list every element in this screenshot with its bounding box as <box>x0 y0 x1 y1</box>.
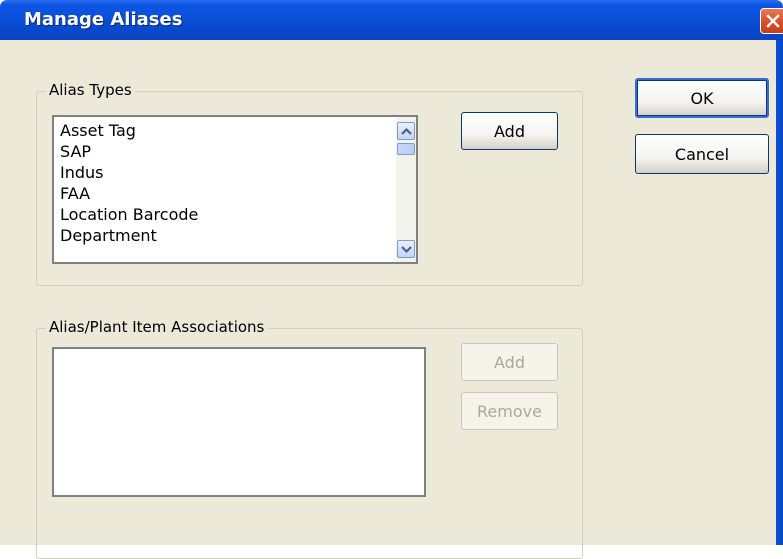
scroll-up-button[interactable] <box>397 122 415 140</box>
associations-group-label: Alias/Plant Item Associations <box>46 318 268 336</box>
add-alias-type-button[interactable]: Add <box>461 112 558 150</box>
cancel-button[interactable]: Cancel <box>635 134 769 174</box>
dialog-body: Alias Types Asset Tag SAP Indus FAA Loca… <box>0 40 776 559</box>
alias-types-group-label: Alias Types <box>46 81 135 99</box>
close-icon <box>766 14 780 28</box>
add-association-button[interactable]: Add <box>461 343 558 381</box>
title-bar[interactable]: Manage Aliases <box>0 0 783 40</box>
close-button[interactable] <box>760 8 783 34</box>
list-item[interactable]: Asset Tag <box>54 120 416 141</box>
window-frame-right <box>776 40 783 545</box>
chevron-down-icon <box>401 246 412 254</box>
alias-types-scrollbar[interactable] <box>396 117 416 262</box>
alias-types-items: Asset Tag SAP Indus FAA Location Barcode… <box>54 117 416 246</box>
list-item[interactable]: Location Barcode <box>54 204 416 225</box>
manage-aliases-dialog: Manage Aliases Alias Types Asset Tag SAP… <box>0 0 783 559</box>
chevron-up-icon <box>401 127 412 135</box>
ok-button[interactable]: OK <box>635 78 769 118</box>
list-item[interactable]: SAP <box>54 141 416 162</box>
alias-types-list[interactable]: Asset Tag SAP Indus FAA Location Barcode… <box>52 115 418 264</box>
list-item[interactable]: Indus <box>54 162 416 183</box>
list-item[interactable]: FAA <box>54 183 416 204</box>
associations-list[interactable] <box>52 347 426 497</box>
remove-association-button[interactable]: Remove <box>461 392 558 430</box>
window-title: Manage Aliases <box>24 9 183 30</box>
scroll-thumb[interactable] <box>397 143 415 155</box>
list-item[interactable]: Department <box>54 225 416 246</box>
scroll-down-button[interactable] <box>397 240 415 258</box>
